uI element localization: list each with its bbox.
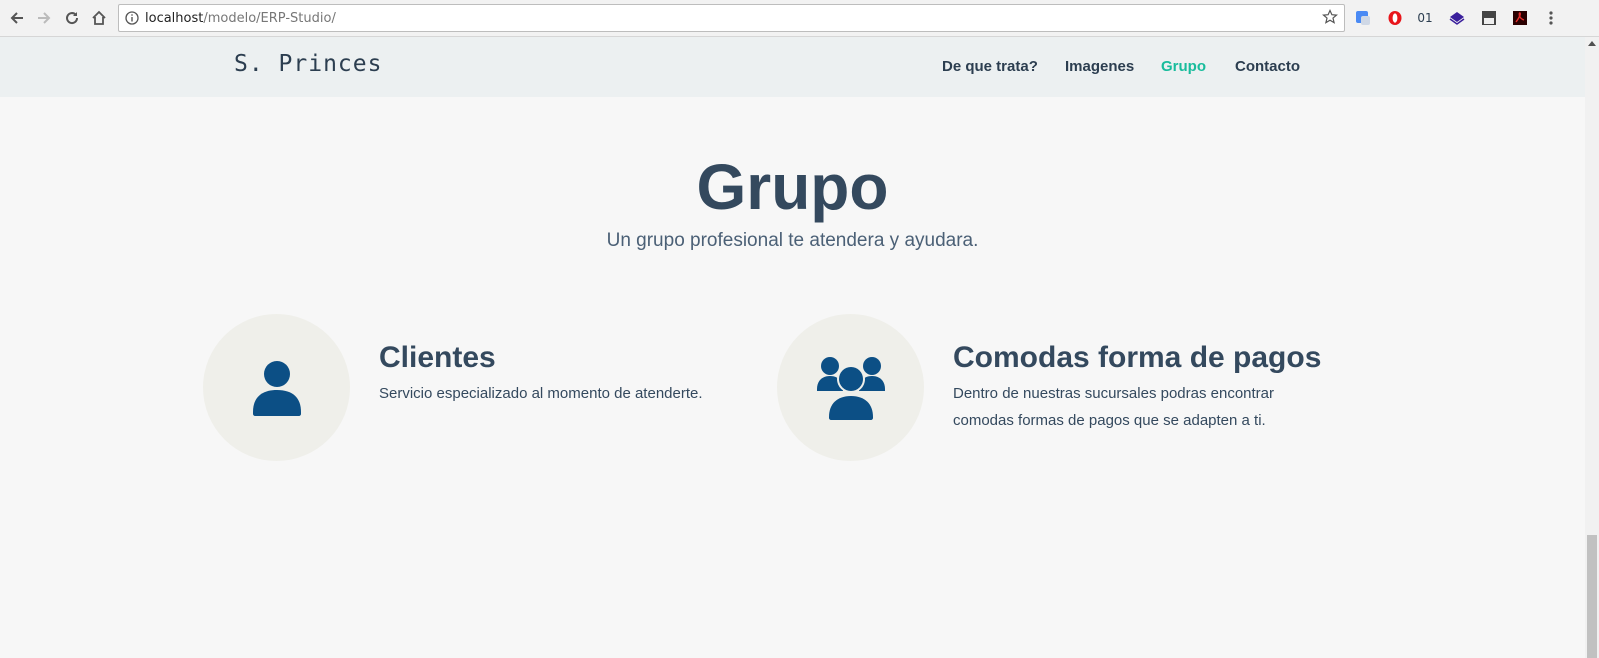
scroll-up-arrow-icon[interactable] xyxy=(1588,41,1596,46)
brand-logo[interactable]: S. Princes xyxy=(234,51,382,77)
nav-item-grupo[interactable]: Grupo xyxy=(1161,58,1206,75)
bookmark-star-icon[interactable] xyxy=(1322,9,1338,25)
feature-title-pagos: Comodas forma de pagos xyxy=(953,341,1322,374)
back-button[interactable] xyxy=(5,6,29,30)
nav-item-contacto[interactable]: Contacto xyxy=(1235,58,1300,75)
address-bar[interactable]: localhost/modelo/ERP-Studio/ xyxy=(118,4,1345,32)
feature-text-pagos: Dentro de nuestras sucursales podras enc… xyxy=(953,385,1275,429)
browser-toolbar: localhost/modelo/ERP-Studio/ 01 xyxy=(0,0,1599,37)
section-title: Grupo xyxy=(696,151,889,223)
opera-extension-icon[interactable] xyxy=(1386,9,1404,27)
forward-button[interactable] xyxy=(32,6,56,30)
page-scrollbar[interactable] xyxy=(1585,37,1599,658)
users-icon xyxy=(816,356,885,420)
home-button[interactable] xyxy=(87,6,111,30)
pdf-extension-icon[interactable] xyxy=(1511,9,1529,27)
reload-button[interactable] xyxy=(60,6,84,30)
section-subtitle: Un grupo profesional te atendera y ayuda… xyxy=(606,230,979,251)
url-text: localhost/modelo/ERP-Studio/ xyxy=(145,11,336,26)
feature-icon-circle xyxy=(203,314,350,461)
translate-extension-icon[interactable] xyxy=(1354,9,1372,27)
extension-01[interactable]: 01 xyxy=(1416,9,1434,27)
url-host: localhost xyxy=(145,11,204,26)
arrow-left-icon xyxy=(10,12,23,24)
url-path: /modelo/ERP-Studio/ xyxy=(203,11,336,26)
reload-icon xyxy=(66,12,79,25)
feature-title-clientes: Clientes xyxy=(379,341,496,374)
extension-01-label: 01 xyxy=(1417,11,1433,25)
nav-item-de-que-trata[interactable]: De que trata? xyxy=(942,58,1038,75)
scrollbar-thumb[interactable] xyxy=(1587,535,1597,658)
site-navbar: S. Princes De que trata? Imagenes Grupo … xyxy=(0,37,1585,97)
feature-icon-circle xyxy=(777,314,924,461)
layers-extension-icon[interactable] xyxy=(1448,9,1466,27)
arrow-right-icon xyxy=(38,12,51,24)
feature-text-clientes: Servicio especializado al momento de ate… xyxy=(379,385,703,402)
user-icon xyxy=(252,360,301,416)
info-icon xyxy=(125,11,139,25)
menu-kebab-icon[interactable] xyxy=(1542,9,1560,27)
nav-item-imagenes[interactable]: Imagenes xyxy=(1065,58,1134,75)
selenium-extension-icon[interactable] xyxy=(1480,9,1498,27)
home-icon xyxy=(92,10,106,25)
